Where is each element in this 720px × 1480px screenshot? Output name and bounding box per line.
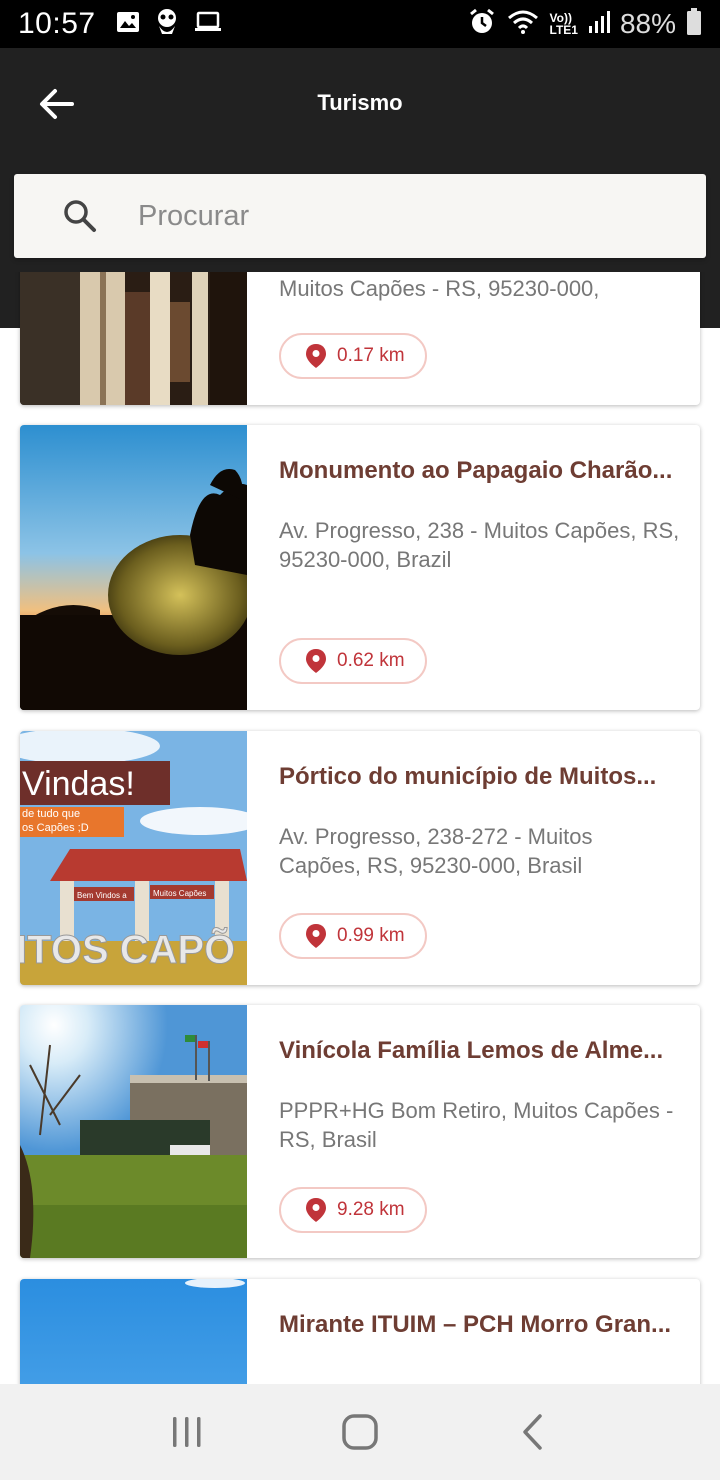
place-card[interactable]: Vindas! de tudo que os Capões ;D Bem Vin… bbox=[20, 731, 700, 985]
place-title: Pórtico do município de Muitos... bbox=[279, 763, 657, 790]
map-pin-icon bbox=[306, 649, 326, 673]
place-address: Muitos Capões - RS, 95230-000, bbox=[279, 276, 600, 301]
page-title: Turismo bbox=[317, 90, 403, 115]
system-nav-bar bbox=[0, 1384, 720, 1480]
place-thumbnail: Vindas! de tudo que os Capões ;D Bem Vin… bbox=[20, 731, 247, 985]
place-address: PPPR+HG Bom Retiro, Muitos Capões - RS, … bbox=[279, 1098, 674, 1152]
place-card[interactable]: Mirante ITUIM – PCH Morro Gran... bbox=[20, 1279, 700, 1384]
battery-percent: 88% bbox=[619, 8, 676, 39]
nav-back-icon bbox=[523, 1414, 543, 1450]
place-thumbnail bbox=[20, 272, 247, 405]
mascot-icon bbox=[154, 8, 180, 41]
image-sub-text-1: de tudo que bbox=[22, 808, 80, 820]
recents-button[interactable] bbox=[157, 1402, 217, 1462]
place-card[interactable]: Muitos Capões - RS, 95230-000, 0.17 km bbox=[20, 272, 700, 405]
map-pin-icon bbox=[306, 924, 326, 948]
search-bar[interactable] bbox=[14, 174, 706, 258]
gallery-icon bbox=[116, 11, 140, 38]
battery-icon bbox=[686, 7, 702, 41]
image-sign-right: Muitos Capões bbox=[153, 889, 206, 898]
distance-chip[interactable]: 0.99 km bbox=[279, 913, 427, 959]
search-icon bbox=[64, 200, 96, 232]
place-card[interactable]: Vinícola Família Lemos de Alme... PPPR+H… bbox=[20, 1005, 700, 1258]
distance-label: 0.17 km bbox=[337, 345, 405, 366]
distance-chip[interactable]: 9.28 km bbox=[279, 1187, 427, 1233]
place-title: Mirante ITUIM – PCH Morro Gran... bbox=[279, 1311, 672, 1338]
place-thumbnail bbox=[20, 425, 247, 710]
distance-label: 9.28 km bbox=[337, 1199, 405, 1220]
place-address: Av. Progresso, 238-272 - Muitos Capões, … bbox=[279, 824, 593, 878]
place-thumbnail bbox=[20, 1279, 247, 1384]
place-card[interactable]: Monumento ao Papagaio Charão... Av. Prog… bbox=[20, 425, 700, 710]
distance-chip[interactable]: 0.17 km bbox=[279, 333, 427, 379]
places-list[interactable]: Muitos Capões - RS, 95230-000, 0.17 km M… bbox=[0, 272, 720, 1384]
home-icon bbox=[342, 1414, 378, 1450]
place-thumbnail bbox=[20, 1005, 247, 1258]
status-time: 10:57 bbox=[18, 7, 96, 40]
recents-icon bbox=[172, 1417, 201, 1447]
map-pin-icon bbox=[306, 1198, 326, 1222]
image-banner-text: Vindas! bbox=[22, 765, 135, 803]
place-title: Vinícola Família Lemos de Alme... bbox=[279, 1037, 664, 1064]
image-sub-text-2: os Capões ;D bbox=[22, 822, 89, 834]
laptop-icon bbox=[194, 11, 222, 38]
volte-icon: Vo)) LTE1 bbox=[550, 12, 578, 36]
place-title: Monumento ao Papagaio Charão... bbox=[279, 457, 673, 484]
nav-back-button[interactable] bbox=[503, 1402, 563, 1462]
image-sign-left: Bem Vindos a bbox=[77, 891, 127, 900]
distance-label: 0.99 km bbox=[337, 925, 405, 946]
map-pin-icon bbox=[306, 344, 326, 368]
home-button[interactable] bbox=[330, 1402, 390, 1462]
signal-icon bbox=[588, 10, 610, 39]
alarm-icon bbox=[468, 8, 496, 41]
place-address: Av. Progresso, 238 - Muitos Capões, RS, … bbox=[279, 518, 680, 572]
wifi-icon bbox=[506, 9, 540, 40]
search-input[interactable] bbox=[138, 199, 638, 233]
distance-chip[interactable]: 0.62 km bbox=[279, 638, 427, 684]
distance-label: 0.62 km bbox=[337, 650, 405, 671]
image-letters: ITOS CAPÕ bbox=[20, 926, 235, 972]
lte-label: LTE1 bbox=[549, 23, 578, 37]
status-bar: 10:57 Vo)) LTE1 88% bbox=[0, 0, 720, 48]
